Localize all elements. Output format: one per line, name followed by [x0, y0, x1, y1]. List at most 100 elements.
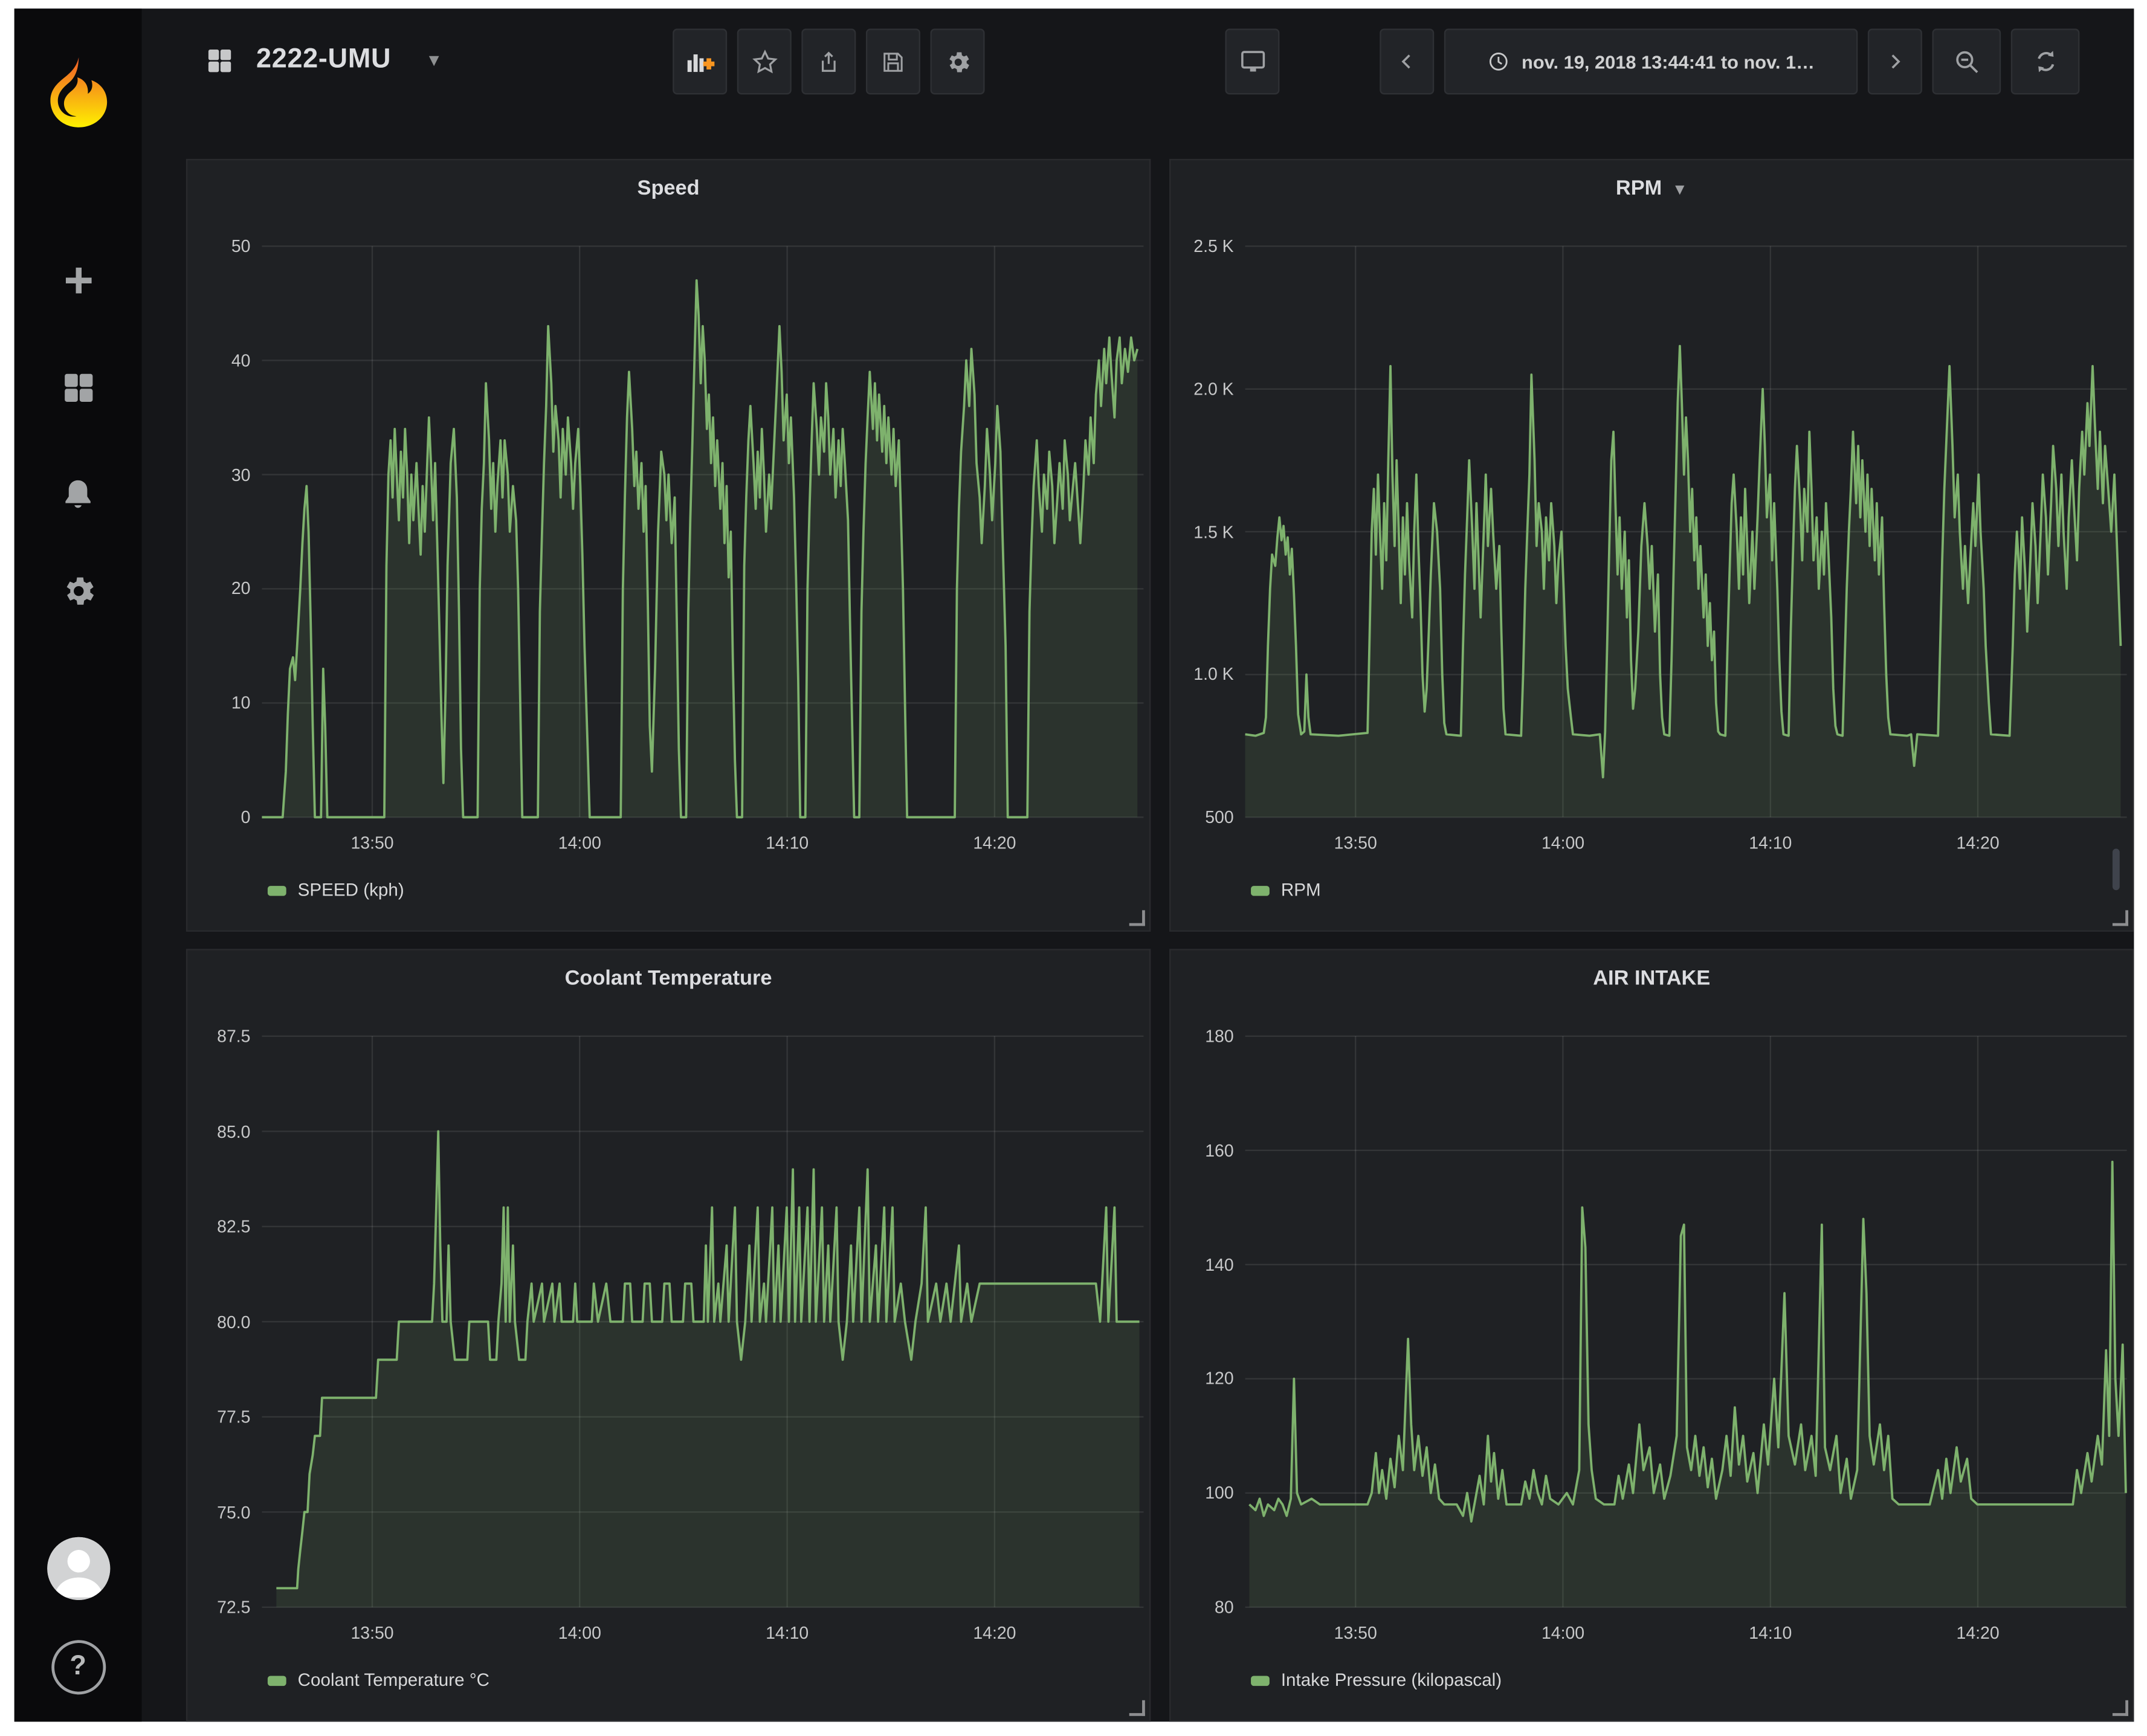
- time-controls: nov. 19, 2018 13:44:41 to nov. 1…: [1380, 28, 2079, 94]
- side-menu: ?: [15, 8, 142, 1721]
- navbar: 2222-UMU ▼: [141, 8, 2134, 112]
- y-axis-tick-label: 72.5: [187, 1596, 250, 1619]
- legend-swatch: [1251, 1675, 1270, 1685]
- grafana-logo-icon[interactable]: [15, 57, 142, 129]
- scrollbar-thumb[interactable]: [2113, 849, 2120, 891]
- refresh-dashboard-button[interactable]: [2011, 28, 2080, 94]
- help-icon[interactable]: ?: [15, 1640, 142, 1694]
- y-axis-tick-label: 100: [1170, 1482, 1233, 1505]
- y-axis-tick-label: 120: [1170, 1367, 1233, 1390]
- legend-swatch: [268, 885, 286, 895]
- configuration-gear-icon[interactable]: [15, 570, 142, 613]
- zoom-out-time-button[interactable]: [1932, 28, 2001, 94]
- legend-swatch: [1251, 885, 1270, 895]
- panel-title[interactable]: Speed: [187, 178, 1149, 201]
- time-range-text: nov. 19, 2018 13:44:41 to nov. 1…: [1522, 51, 1815, 73]
- speed-time-series-chart[interactable]: [187, 160, 1152, 933]
- panel-title[interactable]: AIR INTAKE: [1170, 967, 2132, 990]
- panel-resize-handle[interactable]: [1129, 910, 1145, 926]
- legend-item[interactable]: Coolant Temperature °C: [268, 1670, 489, 1690]
- y-axis-tick-label: 1.5 K: [1170, 520, 1233, 543]
- y-axis-tick-label: 0: [187, 805, 250, 828]
- time-range-back-button[interactable]: [1380, 28, 1434, 94]
- x-axis-tick-label: 14:00: [558, 833, 601, 853]
- y-axis-tick-label: 1.0 K: [1170, 663, 1233, 686]
- panel-resize-handle[interactable]: [1129, 1700, 1145, 1716]
- create-plus-icon[interactable]: [15, 260, 142, 300]
- monitor-icon: [1238, 47, 1268, 76]
- y-axis-tick-label: 500: [1170, 805, 1233, 828]
- y-axis-tick-label: 80: [1170, 1596, 1233, 1619]
- alerting-bell-icon[interactable]: [15, 473, 142, 515]
- panel-resize-handle[interactable]: [2113, 910, 2128, 926]
- y-axis-tick-label: 82.5: [187, 1215, 250, 1238]
- panel-coolant-temperature: Coolant Temperature Coolant Temperature …: [186, 949, 1151, 1721]
- y-axis-tick-label: 20: [187, 577, 250, 600]
- star-dashboard-button[interactable]: [737, 28, 792, 94]
- legend-item[interactable]: RPM: [1251, 880, 1321, 900]
- legend-item[interactable]: SPEED (kph): [268, 880, 404, 900]
- x-axis-tick-label: 14:20: [1957, 1623, 2000, 1643]
- dashboard-actions: [673, 28, 984, 94]
- time-range-forward-button[interactable]: [1868, 28, 1922, 94]
- zoom-out-icon: [1952, 47, 1981, 76]
- x-axis-tick-label: 14:00: [1542, 833, 1584, 853]
- save-icon: [880, 48, 906, 75]
- dashboard-picker[interactable]: 2222-UMU ▼: [205, 8, 443, 112]
- air-intake-time-series-chart[interactable]: [1170, 950, 2134, 1722]
- y-axis-tick-label: 40: [187, 349, 250, 372]
- app-screen: ? 2222-UMU ▼: [15, 8, 2134, 1721]
- clock-icon: [1487, 50, 1510, 73]
- y-axis-tick-label: 140: [1170, 1253, 1233, 1276]
- legend-swatch: [268, 1675, 286, 1685]
- coolant-time-series-chart[interactable]: [187, 950, 1152, 1722]
- share-icon: [816, 48, 842, 75]
- legend-label: Intake Pressure (kilopascal): [1281, 1670, 1502, 1690]
- add-panel-button[interactable]: [673, 28, 727, 94]
- chevron-down-icon: ▼: [425, 50, 442, 70]
- y-axis-tick-label: 30: [187, 463, 250, 486]
- grafana-app: ? 2222-UMU ▼: [0, 0, 2147, 1736]
- gear-icon: [944, 48, 971, 75]
- y-axis-tick-label: 50: [187, 234, 250, 257]
- y-axis-tick-label: 77.5: [187, 1405, 250, 1428]
- dashboard-settings-button[interactable]: [931, 28, 985, 94]
- add-panel-icon: [684, 47, 715, 76]
- panel-rpm: RPM▼ RPM 13:5014:0014:1014:202.5 K2.0 K1…: [1169, 159, 2134, 932]
- user-avatar[interactable]: [15, 1534, 142, 1603]
- panel-title[interactable]: RPM▼: [1170, 178, 2132, 201]
- y-axis-tick-label: 87.5: [187, 1025, 250, 1048]
- legend-label: Coolant Temperature °C: [298, 1670, 489, 1690]
- y-axis-tick-label: 160: [1170, 1139, 1233, 1162]
- x-axis-tick-label: 14:20: [973, 1623, 1016, 1643]
- panel-air-intake: AIR INTAKE Intake Pressure (kilopascal) …: [1169, 949, 2134, 1721]
- time-range-picker[interactable]: nov. 19, 2018 13:44:41 to nov. 1…: [1444, 28, 1858, 94]
- legend-label: SPEED (kph): [298, 880, 404, 900]
- x-axis-tick-label: 14:00: [558, 1623, 601, 1643]
- legend-item[interactable]: Intake Pressure (kilopascal): [1251, 1670, 1502, 1690]
- x-axis-tick-label: 13:50: [1334, 833, 1377, 853]
- panel-resize-handle[interactable]: [2113, 1700, 2128, 1716]
- dashboards-icon[interactable]: [15, 366, 142, 409]
- y-axis-tick-label: 85.0: [187, 1120, 250, 1143]
- panel-menu-caret-icon: ▼: [1672, 182, 1688, 199]
- x-axis-tick-label: 13:50: [1334, 1623, 1377, 1643]
- y-axis-tick-label: 180: [1170, 1025, 1233, 1048]
- star-icon: [751, 48, 778, 75]
- refresh-icon: [2032, 47, 2059, 76]
- dashboard-title: 2222-UMU: [256, 44, 391, 76]
- chevron-right-icon: [1885, 50, 1905, 73]
- x-axis-tick-label: 13:50: [350, 833, 393, 853]
- share-dashboard-button[interactable]: [801, 28, 856, 94]
- x-axis-tick-label: 14:20: [973, 833, 1016, 853]
- cycle-view-mode-button[interactable]: [1225, 28, 1279, 94]
- y-axis-tick-label: 2.5 K: [1170, 234, 1233, 257]
- chevron-left-icon: [1397, 50, 1417, 73]
- legend-label: RPM: [1281, 880, 1321, 900]
- x-axis-tick-label: 14:10: [766, 1623, 809, 1643]
- x-axis-tick-label: 14:10: [1749, 1623, 1792, 1643]
- panel-title[interactable]: Coolant Temperature: [187, 967, 1149, 990]
- save-dashboard-button[interactable]: [866, 28, 920, 94]
- rpm-time-series-chart[interactable]: [1170, 160, 2134, 933]
- x-axis-tick-label: 14:10: [1749, 833, 1792, 853]
